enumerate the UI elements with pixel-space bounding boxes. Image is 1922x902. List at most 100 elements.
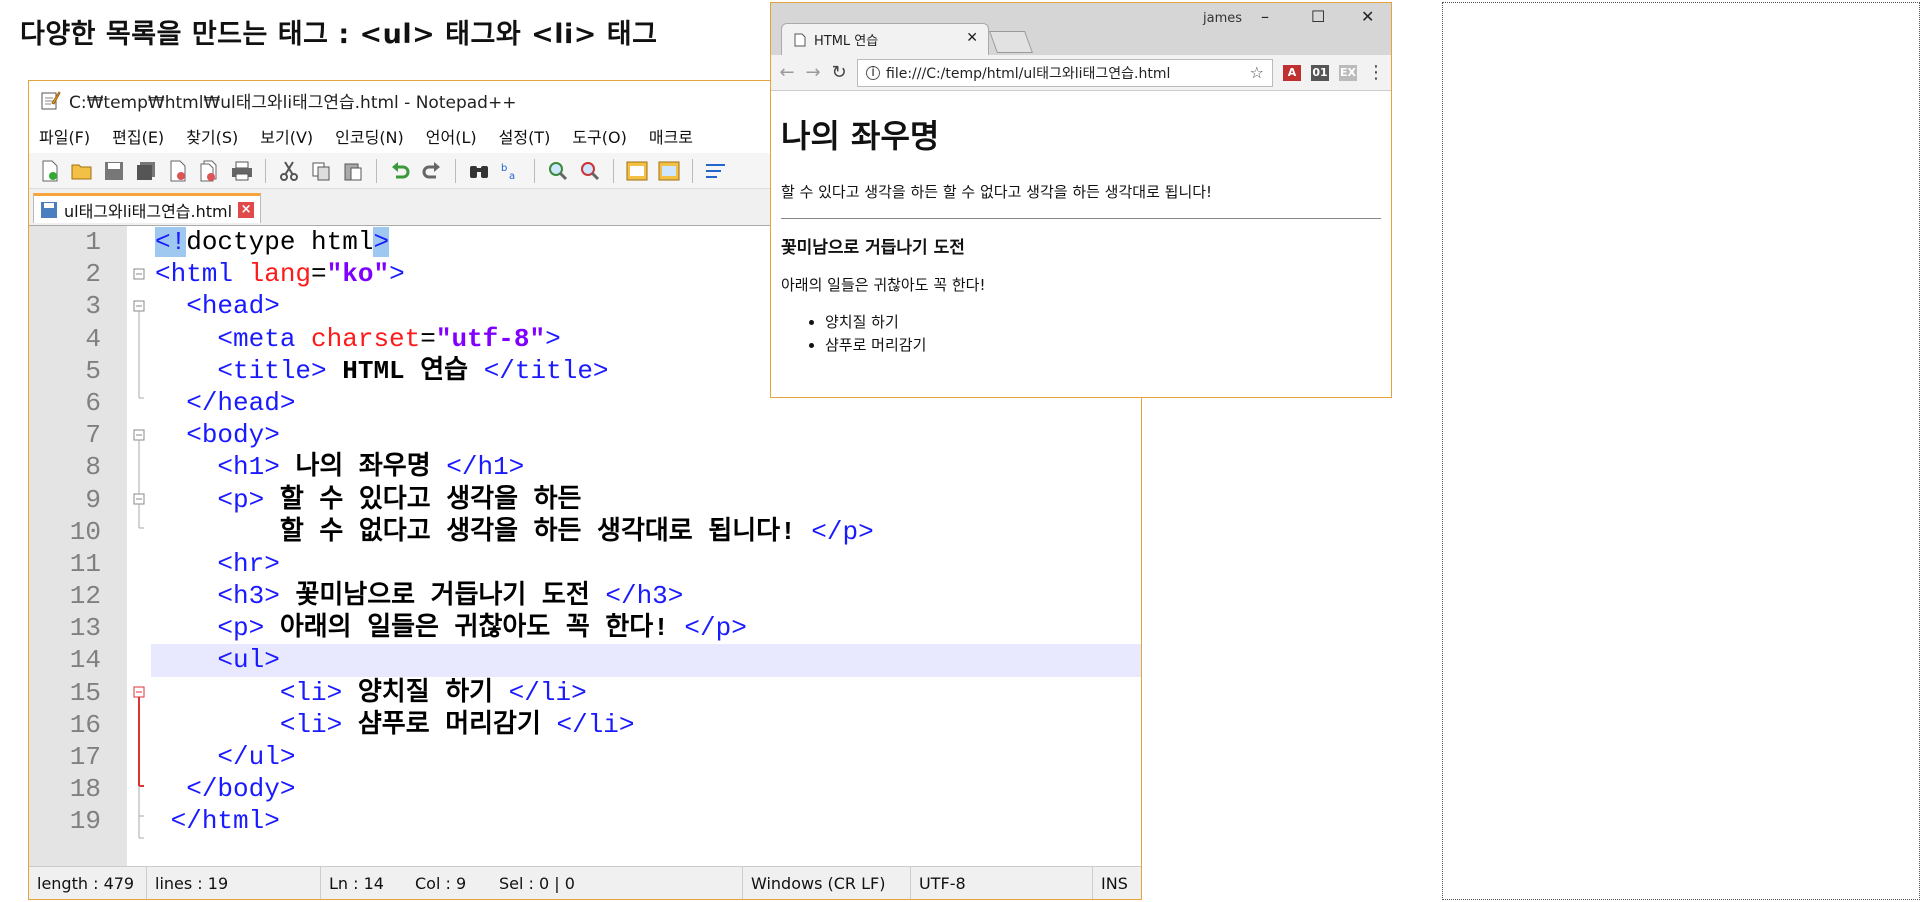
code-token: 꽃미남으로 거듭나기 도전 bbox=[279, 581, 606, 612]
slide-title: 다양한 목록을 만드는 태그 : <ul> 태그와 <li> 태그 bbox=[20, 19, 658, 50]
code-token: > bbox=[373, 227, 390, 257]
code-line: <hr> bbox=[151, 548, 1141, 580]
file-tab[interactable]: ul태그와li태그연습.html × bbox=[33, 193, 262, 223]
save-icon bbox=[41, 201, 57, 218]
find-icon[interactable] bbox=[466, 158, 492, 184]
undo-icon[interactable] bbox=[387, 158, 413, 184]
list-item: 양치질 하기 bbox=[825, 311, 1381, 332]
back-icon[interactable]: ← bbox=[779, 62, 795, 83]
code-token: lang bbox=[248, 259, 312, 290]
status-encoding: UTF-8 bbox=[911, 867, 1093, 899]
reload-icon[interactable]: ↻ bbox=[831, 62, 847, 83]
close-window-icon[interactable]: ✕ bbox=[1361, 7, 1374, 26]
line-number: 15 bbox=[69, 677, 101, 708]
copy-icon[interactable] bbox=[308, 158, 334, 184]
code-token: "utf-8" bbox=[435, 323, 546, 354]
menu-edit[interactable]: 편집(E) bbox=[112, 124, 164, 148]
menu-icon[interactable]: ⋮ bbox=[1367, 62, 1385, 83]
line-number: 17 bbox=[69, 742, 101, 772]
new-file-icon[interactable] bbox=[37, 158, 63, 184]
code-line: <h3> 꽃미남으로 거듭나기 도전 </h3> bbox=[151, 580, 1141, 612]
code-token: <p> bbox=[217, 484, 265, 515]
menu-tools[interactable]: 도구(O) bbox=[572, 124, 627, 148]
code-token: <head> bbox=[186, 291, 280, 322]
status-selection: Sel : 0 | 0 bbox=[491, 867, 743, 899]
code-token: <hr> bbox=[217, 548, 280, 579]
menu-search[interactable]: 찾기(S) bbox=[186, 124, 238, 148]
redo-icon[interactable] bbox=[419, 158, 445, 184]
line-number: 14 bbox=[69, 645, 101, 676]
star-icon[interactable]: ☆ bbox=[1250, 63, 1264, 82]
save-icon[interactable] bbox=[101, 158, 127, 184]
code-token: </p> bbox=[684, 613, 747, 644]
code-line: </ul> bbox=[151, 741, 1141, 773]
code-token: = bbox=[420, 323, 436, 354]
menu-file[interactable]: 파일(F) bbox=[39, 124, 90, 148]
placeholder-box bbox=[1442, 2, 1920, 900]
sync-horizontal-icon[interactable] bbox=[656, 158, 682, 184]
notepad-statusbar: length : 479 lines : 19 Ln : 14 Col : 9 … bbox=[29, 866, 1141, 899]
code-token: <meta bbox=[217, 323, 312, 354]
line-number: 5 bbox=[85, 355, 101, 386]
menu-language[interactable]: 언어(L) bbox=[426, 124, 477, 148]
cut-icon[interactable] bbox=[276, 158, 302, 184]
info-icon[interactable]: i bbox=[866, 65, 880, 80]
code-token: <h3> bbox=[217, 581, 280, 612]
close-icon[interactable]: × bbox=[238, 201, 255, 218]
menu-settings[interactable]: 설정(T) bbox=[499, 124, 551, 148]
browser-page: 나의 좌우명 할 수 있다고 생각을 하든 할 수 없다고 생각을 하든 생각대… bbox=[771, 91, 1391, 367]
zoom-in-icon[interactable] bbox=[545, 158, 571, 184]
word-wrap-icon[interactable] bbox=[703, 158, 729, 184]
close-icon[interactable]: ✕ bbox=[966, 30, 978, 46]
code-token: <ul> bbox=[217, 645, 280, 676]
line-number: 7 bbox=[85, 420, 101, 451]
extension-icon[interactable]: 01 bbox=[1311, 64, 1329, 81]
code-line: <p> 아래의 일들은 귀찮아도 꼭 한다! </p> bbox=[151, 612, 1141, 644]
code-token: 할 수 없다고 생각을 하든 생각대로 됩니다! bbox=[279, 516, 812, 547]
close-file-icon[interactable] bbox=[165, 158, 191, 184]
address-bar[interactable]: i file:///C:/temp/html/ul태그와li태그연습.html … bbox=[857, 58, 1273, 87]
code-token: <title> bbox=[217, 355, 327, 386]
open-folder-icon[interactable] bbox=[69, 158, 95, 184]
replace-icon[interactable]: ba bbox=[498, 158, 524, 184]
minimize-icon[interactable]: – bbox=[1261, 7, 1269, 26]
line-number: 8 bbox=[85, 452, 101, 483]
close-all-icon[interactable] bbox=[197, 158, 223, 184]
browser-tab[interactable]: HTML 연습 ✕ bbox=[781, 23, 989, 55]
code-line: <body> bbox=[151, 419, 1141, 451]
maximize-icon[interactable]: ☐ bbox=[1311, 7, 1325, 26]
code-token: 나의 좌우명 bbox=[279, 452, 447, 483]
profile-name[interactable]: james bbox=[1203, 11, 1242, 26]
new-tab-button[interactable] bbox=[988, 31, 1034, 53]
code-line: <li> 샴푸로 머리감기 </li> bbox=[151, 709, 1141, 741]
code-token: > bbox=[545, 323, 561, 354]
status-lines: lines : 19 bbox=[147, 867, 321, 899]
paste-icon[interactable] bbox=[340, 158, 366, 184]
sync-vertical-icon[interactable] bbox=[624, 158, 650, 184]
extension-icon[interactable]: EX bbox=[1339, 64, 1357, 81]
code-line: 할 수 없다고 생각을 하든 생각대로 됩니다! </p> bbox=[151, 516, 1141, 548]
zoom-out-icon[interactable] bbox=[577, 158, 603, 184]
toolbar-separator bbox=[265, 158, 266, 183]
toolbar-separator bbox=[613, 158, 614, 183]
menu-macro[interactable]: 매크로 bbox=[649, 124, 693, 148]
print-icon[interactable] bbox=[229, 158, 255, 184]
code-token: </li> bbox=[556, 709, 635, 740]
notepad-app-icon bbox=[41, 91, 61, 110]
code-line: <p> 할 수 있다고 생각을 하든 bbox=[151, 484, 1141, 516]
code-token: </li> bbox=[508, 677, 587, 708]
forward-icon[interactable]: → bbox=[805, 62, 821, 83]
save-all-icon[interactable] bbox=[133, 158, 159, 184]
code-token: 할 수 있다고 생각을 하든 bbox=[264, 484, 582, 515]
code-token: <! bbox=[155, 227, 187, 257]
page-divider bbox=[781, 218, 1381, 219]
page-icon bbox=[794, 33, 806, 46]
toolbar-separator bbox=[692, 158, 693, 183]
code-token: doctype html bbox=[186, 227, 374, 257]
line-number: 12 bbox=[69, 581, 101, 612]
menu-encoding[interactable]: 인코딩(N) bbox=[335, 124, 404, 148]
pdf-extension-icon[interactable]: A bbox=[1283, 64, 1301, 81]
menu-view[interactable]: 보기(V) bbox=[260, 124, 313, 148]
code-token: <li> bbox=[279, 677, 343, 708]
code-token: = bbox=[311, 259, 327, 290]
